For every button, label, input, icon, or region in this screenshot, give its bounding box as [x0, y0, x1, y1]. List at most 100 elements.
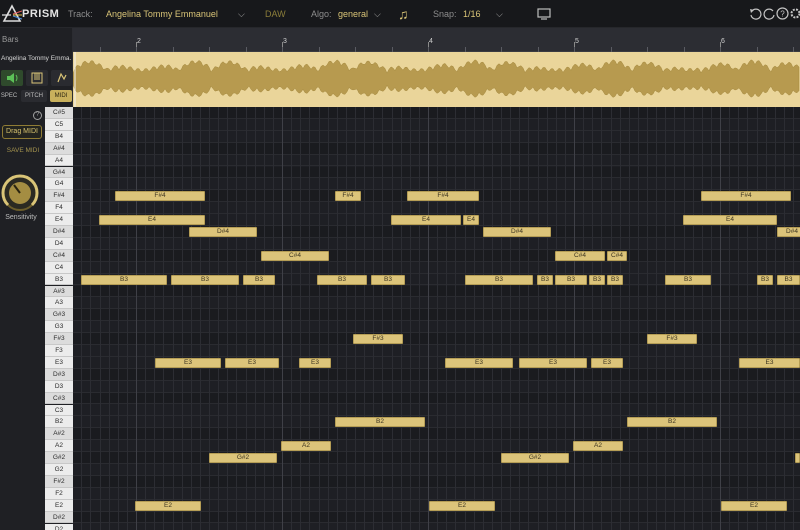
midi-note[interactable]: B3: [81, 274, 167, 285]
midi-note[interactable]: G#2: [209, 453, 277, 464]
grid-line: [555, 107, 557, 530]
drag-midi-button[interactable]: Drag MIDI: [2, 125, 42, 139]
chevron-down-icon[interactable]: ⌵: [374, 0, 381, 28]
midi-note[interactable]: B2: [335, 417, 425, 428]
midi-note[interactable]: B3: [589, 274, 605, 285]
undo-icon[interactable]: [749, 7, 762, 20]
grid-line: [163, 107, 165, 530]
midi-note[interactable]: B3: [243, 274, 275, 285]
midi-note[interactable]: C#4: [261, 250, 329, 261]
midi-note[interactable]: F#4: [701, 191, 791, 202]
midi-note[interactable]: F#3: [353, 334, 403, 345]
grid-line: [510, 107, 512, 530]
pitch-button[interactable]: PITCH: [21, 90, 47, 102]
daw-button[interactable]: DAW: [265, 0, 286, 28]
note-label: G4: [45, 178, 73, 191]
midi-note[interactable]: E3: [225, 357, 279, 368]
midi-note[interactable]: E3: [519, 357, 587, 368]
midi-note[interactable]: E2: [429, 500, 495, 511]
help-icon[interactable]: ?: [33, 111, 42, 120]
midi-note[interactable]: B2: [627, 417, 717, 428]
note-label-column: C#5 C5 B4 A#4 A4 G#4 G4 F#4 F4 E4 D#4 D4 C#4 C4 B3 A#3 A…: [45, 107, 73, 530]
music-note-icon[interactable]: ♫: [398, 0, 409, 28]
grid-line: [327, 107, 329, 530]
grid-line: [501, 107, 502, 530]
save-midi-button[interactable]: SAVE MIDI: [2, 147, 44, 154]
midi-note[interactable]: A2: [573, 441, 623, 452]
midi-note[interactable]: C#4: [607, 250, 627, 261]
note-label: G#3: [45, 309, 73, 322]
grid-line: [355, 107, 356, 530]
midi-note[interactable]: E3: [445, 357, 513, 368]
midi-note[interactable]: E2: [135, 500, 201, 511]
midi-note[interactable]: E3: [299, 357, 331, 368]
grid-line: [464, 107, 466, 530]
grid-line: [254, 107, 256, 530]
note-label: B2: [45, 416, 73, 429]
waveform-overview[interactable]: [73, 52, 800, 107]
view-buttons: [0, 70, 73, 88]
grid-line: [574, 107, 575, 530]
spec-button[interactable]: SPEC: [0, 90, 18, 102]
midi-note[interactable]: B3: [607, 274, 623, 285]
redo-icon[interactable]: [763, 7, 776, 20]
midi-note[interactable]: [795, 453, 800, 464]
grid-line: [263, 107, 265, 530]
grid-line: [300, 107, 302, 530]
midi-note[interactable]: F#4: [407, 191, 479, 202]
midi-note[interactable]: D#4: [189, 227, 257, 237]
midi-note[interactable]: D#4: [483, 227, 551, 237]
grid-line: [309, 107, 311, 530]
midi-note[interactable]: B3: [171, 274, 239, 285]
grid-line: [437, 107, 439, 530]
snap-select[interactable]: 1/16: [463, 0, 481, 28]
grid-line: [656, 107, 658, 530]
note-label: D2: [45, 523, 73, 530]
grid-line: [108, 107, 110, 530]
note-label: F3: [45, 345, 73, 357]
midi-note[interactable]: C#4: [555, 250, 605, 261]
grid-line: [647, 107, 648, 530]
note-label: A#4: [45, 142, 73, 155]
chevron-down-icon[interactable]: ⌵: [496, 0, 503, 28]
midi-note[interactable]: F#4: [335, 191, 361, 202]
midi-note[interactable]: B3: [317, 274, 367, 285]
midi-button[interactable]: MIDI: [50, 90, 72, 102]
track-select[interactable]: Angelina Tommy Emmanuel: [106, 0, 218, 28]
grid-line: [90, 107, 92, 530]
midi-note[interactable]: E4: [463, 215, 479, 226]
monitor-icon[interactable]: [537, 8, 551, 20]
midi-note[interactable]: E3: [155, 357, 221, 368]
midi-note[interactable]: E2: [721, 500, 787, 511]
midi-note[interactable]: E4: [391, 215, 461, 226]
sensitivity-knob-icon[interactable]: [0, 173, 40, 213]
grid-line: [610, 107, 612, 530]
midi-note[interactable]: G#2: [501, 453, 569, 464]
note-label: E2: [45, 499, 73, 512]
grid-line: [665, 107, 667, 530]
help-icon[interactable]: ?: [776, 7, 789, 20]
midi-note[interactable]: B3: [371, 274, 405, 285]
bar-ruler[interactable]: 2 3 4 5 6: [73, 28, 800, 52]
piano-button[interactable]: [26, 70, 48, 86]
grid-line: [336, 107, 338, 530]
note-label: C5: [45, 118, 73, 131]
track-name: Angelina Tommy Emma...: [1, 55, 72, 62]
algo-select[interactable]: general: [338, 0, 368, 28]
midi-note[interactable]: B3: [537, 274, 553, 285]
midi-note[interactable]: F#4: [115, 191, 205, 202]
pitch-tool-button[interactable]: [51, 70, 72, 86]
grid-line: [209, 107, 210, 530]
grid-line: [136, 107, 137, 530]
midi-note[interactable]: A2: [281, 441, 331, 452]
midi-note[interactable]: B3: [465, 274, 533, 285]
note-label: D3: [45, 380, 73, 393]
midi-note[interactable]: E3: [739, 357, 800, 368]
midi-note[interactable]: E4: [99, 215, 205, 226]
top-toolbar: PRISM Track: Angelina Tommy Emmanuel ⌵ D…: [0, 0, 800, 28]
midi-note[interactable]: B3: [555, 274, 587, 285]
speaker-button[interactable]: [1, 70, 23, 86]
chevron-down-icon[interactable]: ⌵: [238, 0, 245, 28]
midi-note[interactable]: E3: [591, 357, 623, 368]
settings-icon[interactable]: [789, 7, 800, 20]
